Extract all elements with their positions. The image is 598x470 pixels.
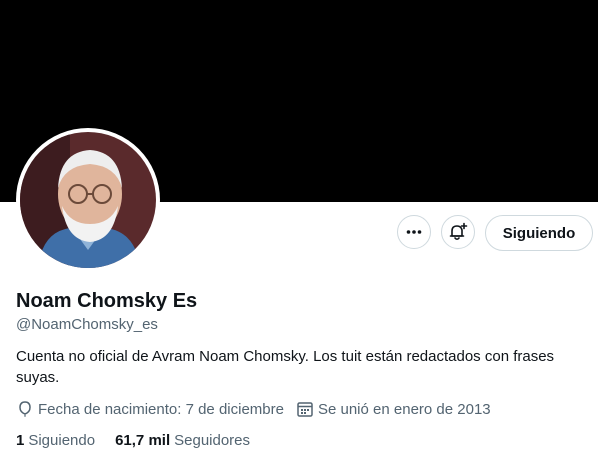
balloon-icon bbox=[19, 401, 31, 417]
followers-count-label: Seguidores bbox=[174, 432, 251, 449]
more-icon bbox=[406, 230, 422, 234]
profile-name: Noam Chomsky Es bbox=[16, 290, 198, 312]
avatar[interactable] bbox=[16, 128, 160, 272]
profile-meta: Fecha de nacimiento: 7 de diciembre Se u… bbox=[16, 400, 491, 418]
follow-counts: 1 Siguiendo 61,7 mil Seguidores bbox=[16, 432, 250, 449]
following-count-label: Siguiendo bbox=[28, 432, 96, 449]
birthdate-item: Fecha de nacimiento: 7 de diciembre bbox=[16, 400, 284, 418]
profile-handle: @NoamChomsky_es bbox=[16, 316, 158, 333]
following-button[interactable]: Siguiendo bbox=[485, 215, 593, 251]
notifications-button[interactable] bbox=[441, 215, 475, 249]
profile-bio: Cuenta no oficial de Avram Noam Chomsky.… bbox=[16, 348, 555, 386]
bell-plus-icon bbox=[449, 222, 468, 241]
avatar-image bbox=[20, 132, 156, 268]
followers-count-link[interactable]: 61,7 mil Seguidores bbox=[115, 432, 250, 449]
following-count-link[interactable]: 1 Siguiendo bbox=[16, 432, 95, 449]
more-button[interactable] bbox=[397, 215, 431, 249]
followers-count: 61,7 mil bbox=[115, 432, 171, 449]
calendar-icon bbox=[297, 402, 313, 417]
birthdate-text: Fecha de nacimiento: 7 de diciembre bbox=[38, 400, 284, 418]
joined-text: Se unió en enero de 2013 bbox=[317, 400, 491, 418]
joined-item: Se unió en enero de 2013 bbox=[296, 400, 491, 418]
following-count: 1 bbox=[16, 432, 25, 449]
